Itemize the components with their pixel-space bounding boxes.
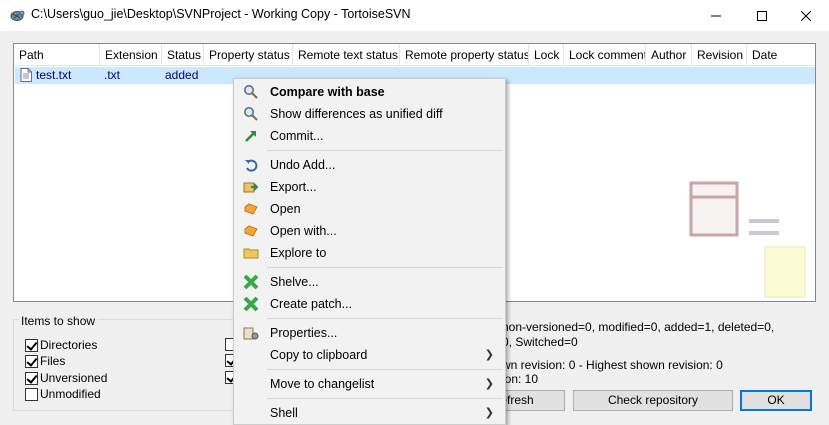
menu-item-shell[interactable]: Shell ❯: [236, 402, 504, 424]
column-lock[interactable]: Lock: [529, 44, 564, 66]
summary-line-4: ion: 10: [502, 372, 539, 386]
checkbox-unmodified-label: Unmodified: [40, 387, 101, 401]
submenu-arrow-icon: ❯: [484, 378, 494, 390]
menu-separator: [267, 398, 503, 399]
ok-button[interactable]: OK: [740, 390, 812, 411]
checkbox-unmodified[interactable]: Unmodified: [25, 386, 101, 402]
column-remote-property-status[interactable]: Remote property status: [400, 44, 529, 66]
menu-separator: [267, 318, 503, 319]
text-file-icon: [20, 68, 32, 82]
window-title: C:\Users\guo_jie\Desktop\SVNProject - Wo…: [31, 7, 411, 21]
checkbox-directories-label: Directories: [40, 338, 98, 352]
maximize-icon: [757, 10, 767, 21]
checkbox-unversioned-label: Unversioned: [40, 371, 108, 385]
column-revision[interactable]: Revision: [692, 44, 747, 66]
undo-icon: [245, 159, 258, 172]
checkbox-directories[interactable]: Directories: [25, 337, 97, 353]
menu-item-copy-to-clipboard[interactable]: Copy to clipboard ❯: [236, 344, 504, 366]
column-lock-comment[interactable]: Lock comment: [564, 44, 646, 66]
commit-icon: [245, 131, 256, 142]
menu-item-shelve[interactable]: Shelve...: [236, 271, 504, 293]
shelve-icon: [243, 274, 259, 290]
row-status: added: [165, 68, 199, 82]
row-path: test.txt: [36, 68, 72, 82]
column-extension[interactable]: Extension: [100, 44, 162, 66]
menu-item-undo-add[interactable]: Undo Add...: [236, 154, 504, 176]
close-button[interactable]: [783, 0, 829, 31]
checkbox-unversioned-box[interactable]: [25, 371, 38, 385]
title-bar: C:\Users\guo_jie\Desktop\SVNProject - Wo…: [0, 0, 829, 31]
tortoisesvn-icon: [10, 10, 25, 21]
open-with-icon: [244, 225, 258, 237]
checkbox-files-box[interactable]: [25, 354, 38, 368]
menu-separator: [267, 267, 503, 268]
minimize-button[interactable]: [693, 0, 739, 31]
properties-icon: [243, 327, 259, 340]
checkbox-unversioned[interactable]: Unversioned: [25, 370, 107, 386]
menu-item-compare-with-base[interactable]: Compare with base: [236, 81, 504, 103]
menu-item-show-unified-diff[interactable]: Show differences as unified diff: [236, 103, 504, 125]
menu-item-properties[interactable]: Properties...: [236, 322, 504, 344]
checkbox-files-label: Files: [40, 354, 66, 368]
close-icon: [801, 10, 811, 21]
patch-icon: [243, 296, 259, 312]
context-menu: Compare with base Show differences as un…: [233, 78, 506, 425]
minimize-icon: [711, 15, 721, 16]
open-icon: [244, 203, 258, 215]
menu-separator: [267, 150, 503, 151]
summary-line-1: non-versioned=0, modified=0, added=1, de…: [502, 320, 775, 334]
summary-line-2: 0, Switched=0: [502, 335, 578, 349]
menu-separator: [267, 369, 503, 370]
column-author[interactable]: Author: [646, 44, 692, 66]
watermark-logo: [689, 181, 806, 298]
column-remote-text-status[interactable]: Remote text status: [293, 44, 400, 66]
column-status[interactable]: Status: [162, 44, 204, 66]
list-header: Path Extension Status Property status Re…: [14, 44, 815, 66]
submenu-arrow-icon: ❯: [484, 407, 494, 419]
row-extension: .txt: [104, 68, 121, 82]
checkbox-directories-box[interactable]: [25, 338, 38, 352]
summary-line-3: wn revision: 0 - Highest shown revision:…: [502, 358, 723, 372]
checkbox-unmodified-box[interactable]: [25, 387, 38, 401]
checkbox-files[interactable]: Files: [25, 353, 65, 369]
column-path[interactable]: Path: [14, 44, 100, 66]
menu-item-move-to-changelist[interactable]: Move to changelist ❯: [236, 373, 504, 395]
menu-item-open[interactable]: Open: [236, 198, 504, 220]
menu-item-commit[interactable]: Commit...: [236, 125, 504, 147]
items-to-show-title: Items to show: [19, 314, 98, 328]
folder-icon: [243, 248, 259, 259]
menu-item-create-patch[interactable]: Create patch...: [236, 293, 504, 315]
column-date[interactable]: Date: [747, 44, 815, 66]
export-icon: [243, 182, 259, 193]
submenu-arrow-icon: ❯: [484, 349, 494, 361]
menu-item-explore-to[interactable]: Explore to: [236, 242, 504, 264]
menu-item-export[interactable]: Export...: [236, 176, 504, 198]
check-repository-button[interactable]: Check repository: [573, 390, 733, 411]
column-property-status[interactable]: Property status: [204, 44, 293, 66]
menu-item-open-with[interactable]: Open with...: [236, 220, 504, 242]
diff-icon: [244, 107, 258, 121]
maximize-button[interactable]: [739, 0, 785, 31]
compare-icon: [244, 85, 258, 99]
